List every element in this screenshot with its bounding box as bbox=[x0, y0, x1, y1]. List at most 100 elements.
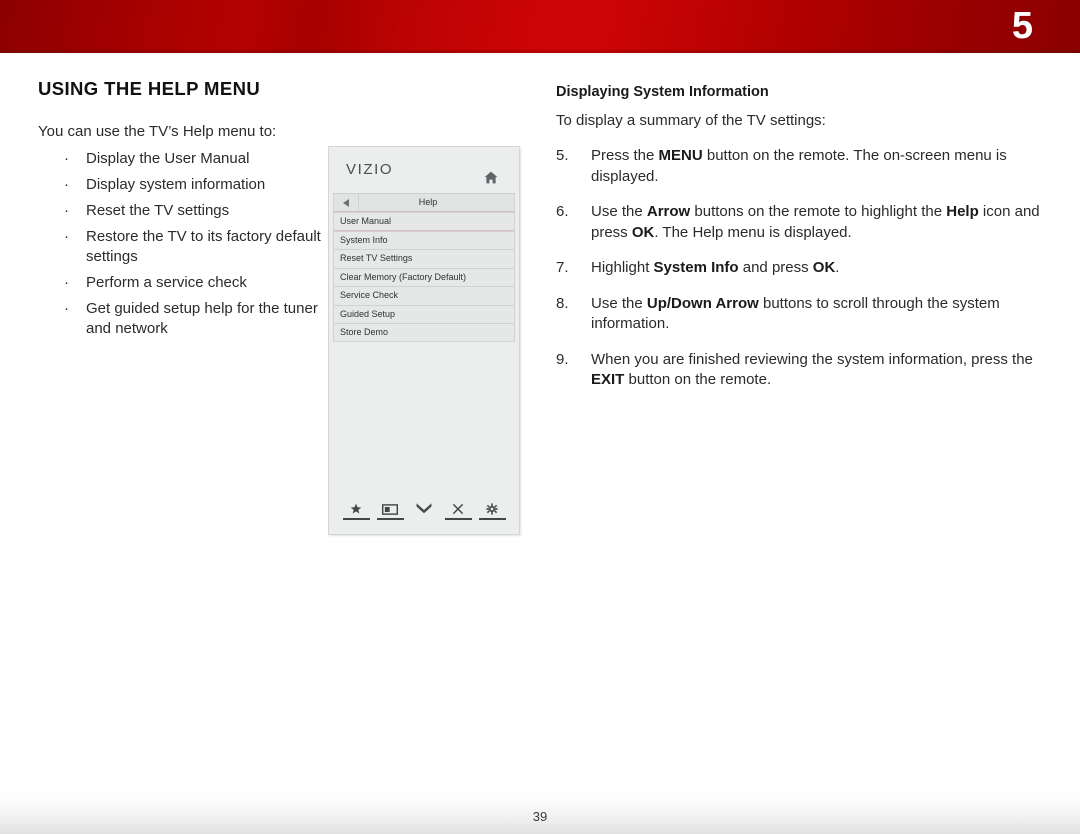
step-text-run: buttons on the remote to highlight the bbox=[690, 203, 947, 220]
tv-menu-item[interactable]: Guided Setup bbox=[333, 304, 515, 323]
step-text-run: Highlight bbox=[591, 259, 654, 276]
right-column: Displaying System Information To display… bbox=[556, 84, 1048, 406]
numbered-steps-list: 5. Press the MENU button on the remote. T… bbox=[556, 146, 1048, 391]
step-item: 9. When you are finished reviewing the sy… bbox=[556, 350, 1048, 391]
list-item-label: Reset the TV settings bbox=[86, 202, 230, 219]
step-text: Use the Arrow buttons on the remote to h… bbox=[591, 203, 1040, 241]
chevron-double-down-underline bbox=[411, 518, 438, 520]
close-x-icon-cell[interactable] bbox=[444, 502, 472, 520]
step-item: 6. Use the Arrow buttons on the remote to… bbox=[556, 202, 1048, 243]
step-text: Use the Up/Down Arrow buttons to scroll … bbox=[591, 295, 1000, 333]
step-text: Highlight System Info and press OK. bbox=[591, 259, 839, 276]
step-text-emphasis: Help bbox=[946, 203, 979, 220]
step-text-run: When you are finished reviewing the syst… bbox=[591, 350, 1033, 368]
back-button[interactable] bbox=[334, 194, 359, 211]
step-text-emphasis: System Info bbox=[653, 259, 739, 276]
step-text-run: Use the bbox=[591, 203, 647, 220]
step-text: When you are finished reviewing the syst… bbox=[591, 351, 1033, 389]
tv-menu-item-list: Help User Manual System Info Reset TV Sett… bbox=[333, 193, 515, 342]
list-item-label: Get guided setup help for the tuner and … bbox=[86, 300, 318, 337]
tv-menu-item[interactable]: User Manual bbox=[333, 212, 515, 231]
gear-icon-cell[interactable] bbox=[478, 502, 506, 520]
picture-mode-icon-underline bbox=[376, 518, 404, 520]
tv-menu-item-label: Store Demo bbox=[340, 327, 389, 337]
close-x-icon bbox=[452, 502, 464, 516]
chapter-number: 5 bbox=[1011, 5, 1033, 47]
page-title: USING THE HELP MENU bbox=[38, 78, 261, 99]
left-column: USING THE HELP MENU You can use the TV’s… bbox=[38, 78, 328, 345]
tv-menu-title: Help bbox=[418, 197, 438, 207]
list-item: · Perform a service check bbox=[38, 273, 328, 293]
tv-menu-item[interactable]: System Info bbox=[333, 230, 515, 249]
close-x-icon-underline bbox=[444, 518, 472, 520]
list-item-label: Perform a service check bbox=[86, 274, 247, 291]
star-icon-underline bbox=[342, 518, 370, 520]
tv-menu-header-row: Help bbox=[333, 193, 515, 212]
tv-menu-item-label: Guided Setup bbox=[340, 308, 396, 319]
intro-text: You can use the TV’s Help menu to: bbox=[38, 123, 277, 140]
list-item: · Display system information bbox=[38, 175, 328, 195]
gear-icon-underline bbox=[478, 518, 506, 520]
step-text-run: . The Help menu is displayed. bbox=[654, 223, 852, 241]
tv-help-menu-screenshot: VIZIO Help User Manual System Info Reset T… bbox=[328, 146, 520, 535]
tv-menu-item-label: Reset TV Settings bbox=[340, 253, 413, 263]
step-number: 6. bbox=[556, 203, 569, 220]
subsection-title: Displaying System Information bbox=[556, 84, 769, 100]
step-text-emphasis: Arrow bbox=[646, 203, 691, 220]
step-item: 8. Use the Up/Down Arrow buttons to scrol… bbox=[556, 294, 1048, 335]
page-number: 39 bbox=[532, 809, 548, 824]
list-item-label: Display the User Manual bbox=[86, 150, 250, 167]
list-item-label: Restore the TV to its factory default se… bbox=[86, 228, 321, 265]
tv-menu-item-label: System Info bbox=[340, 234, 388, 245]
picture-mode-icon bbox=[382, 502, 398, 516]
step-text: Press the MENU button on the remote. The… bbox=[591, 147, 1007, 185]
back-arrow-icon bbox=[343, 198, 349, 207]
tv-menu-item-label: Clear Memory (Factory Default) bbox=[340, 271, 467, 282]
bullet-dot: · bbox=[64, 176, 69, 193]
gear-icon bbox=[486, 502, 498, 516]
home-icon[interactable] bbox=[484, 171, 498, 184]
step-text-run: and press bbox=[738, 259, 813, 276]
list-item: · Reset the TV settings bbox=[38, 201, 328, 221]
step-item: 5. Press the MENU button on the remote. T… bbox=[556, 146, 1048, 187]
picture-mode-icon-cell[interactable] bbox=[376, 502, 404, 520]
step-text-emphasis: Up/Down Arrow bbox=[646, 294, 759, 312]
step-text-run: . bbox=[835, 259, 840, 276]
tv-menu-brand-row: VIZIO bbox=[329, 147, 519, 193]
chevron-double-down-icon bbox=[415, 502, 433, 516]
step-item: 7. Highlight System Info and press OK. bbox=[556, 258, 1048, 279]
list-item: · Get guided setup help for the tuner and… bbox=[38, 299, 328, 339]
bullet-dot: · bbox=[64, 150, 69, 167]
star-icon-cell[interactable] bbox=[342, 502, 370, 520]
bullet-dot: · bbox=[64, 228, 69, 245]
list-item: · Restore the TV to its factory default s… bbox=[38, 227, 328, 267]
step-number: 8. bbox=[556, 294, 569, 312]
tv-menu-item-label: Service Check bbox=[340, 290, 399, 300]
star-icon bbox=[350, 502, 362, 516]
step-text-run: button on the remote. bbox=[624, 371, 772, 388]
chapter-header-band: 5 bbox=[0, 0, 1080, 53]
tv-menu-item-label: User Manual bbox=[340, 216, 392, 226]
bullet-dot: · bbox=[64, 202, 69, 219]
step-text-run: Use the bbox=[591, 294, 647, 312]
list-item: · Display the User Manual bbox=[38, 149, 328, 169]
step-number: 9. bbox=[556, 350, 569, 368]
step-number: 7. bbox=[556, 259, 569, 276]
tv-menu-item[interactable]: Reset TV Settings bbox=[333, 249, 515, 268]
bullet-dot: · bbox=[64, 274, 69, 291]
tv-menu-item[interactable]: Store Demo bbox=[333, 323, 515, 342]
step-text-emphasis: MENU bbox=[658, 147, 703, 164]
tv-menu-item[interactable]: Service Check bbox=[333, 286, 515, 305]
help-capabilities-list: · Display the User Manual · Display system … bbox=[38, 149, 328, 339]
chevron-double-down-icon-cell[interactable] bbox=[411, 502, 438, 520]
step-text-emphasis: EXIT bbox=[591, 371, 625, 388]
list-item-label: Display system information bbox=[86, 176, 266, 193]
step-number: 5. bbox=[556, 147, 569, 164]
vizio-logo: VIZIO bbox=[346, 161, 394, 178]
tv-menu-item[interactable]: Clear Memory (Factory Default) bbox=[333, 267, 515, 286]
step-text-emphasis: OK bbox=[631, 223, 655, 241]
lead-text: To display a summary of the TV settings: bbox=[556, 112, 826, 129]
tv-menu-bottom-icon-bar bbox=[329, 502, 519, 520]
bullet-dot: · bbox=[64, 300, 69, 317]
step-text-emphasis: OK bbox=[812, 259, 836, 276]
